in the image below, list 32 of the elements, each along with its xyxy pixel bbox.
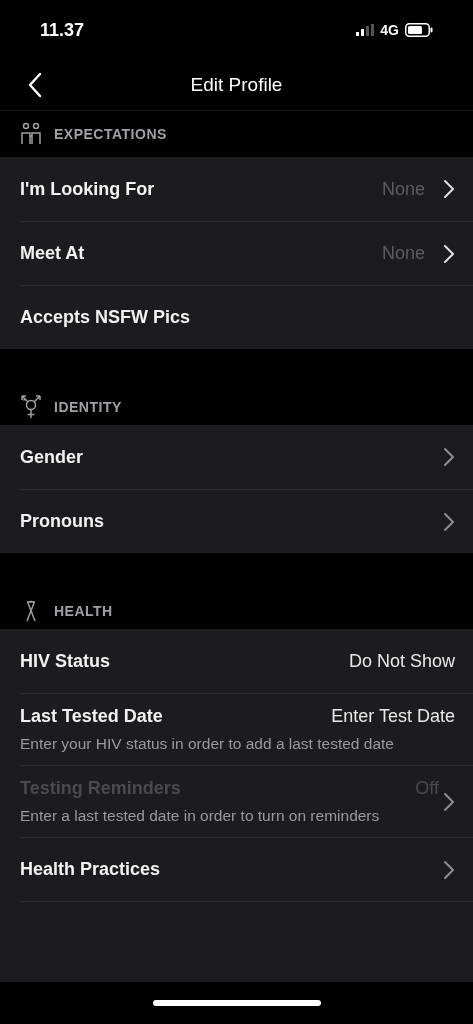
screen-title: Edit Profile (190, 74, 283, 96)
battery-icon (405, 23, 433, 37)
section-title: IDENTITY (54, 399, 122, 415)
network-label: 4G (380, 22, 399, 38)
row-label: Meet At (20, 243, 85, 264)
row-label: Gender (20, 446, 84, 468)
status-time: 11.37 (40, 19, 85, 41)
settings-row[interactable]: HIV Status Do Not Show (20, 629, 473, 693)
row-label: Health Practices (20, 859, 161, 880)
settings-row[interactable]: Health Practices (20, 837, 473, 901)
row-value: None (381, 243, 425, 264)
settings-row[interactable]: Last Tested Date Enter Test Date Enter your HIV status in order to add a last tested date (20, 693, 473, 765)
settings-row[interactable]: I'm Looking For None (20, 157, 473, 221)
row-label: Accepts NSFW Pics (20, 307, 191, 328)
settings-row[interactable]: Meet At None (20, 221, 473, 285)
signal-icon (356, 24, 375, 36)
row-label: HIV Status (20, 650, 111, 672)
two-people-icon (20, 122, 42, 146)
settings-row[interactable]: Gender (20, 425, 473, 489)
gender-symbol-icon (20, 395, 42, 419)
row-label: I'm Looking For (20, 178, 155, 200)
row-hint: Enter a last tested date in order to turn on reminders (20, 807, 381, 825)
settings-row[interactable]: Accepts NSFW Pics (20, 285, 473, 349)
row-value: Enter Test Date (331, 706, 455, 727)
settings-row[interactable]: Pronouns (20, 489, 473, 553)
row-value: None (381, 178, 425, 200)
row-hint: Enter your HIV status in order to add a last tested date (20, 735, 395, 753)
row-label: Pronouns (20, 511, 104, 532)
section-title: EXPECTATIONS (54, 126, 167, 142)
row-label: Last Tested Date (20, 706, 163, 727)
row-value: Do Not Show (348, 650, 455, 672)
section-title: HEALTH (54, 603, 113, 619)
